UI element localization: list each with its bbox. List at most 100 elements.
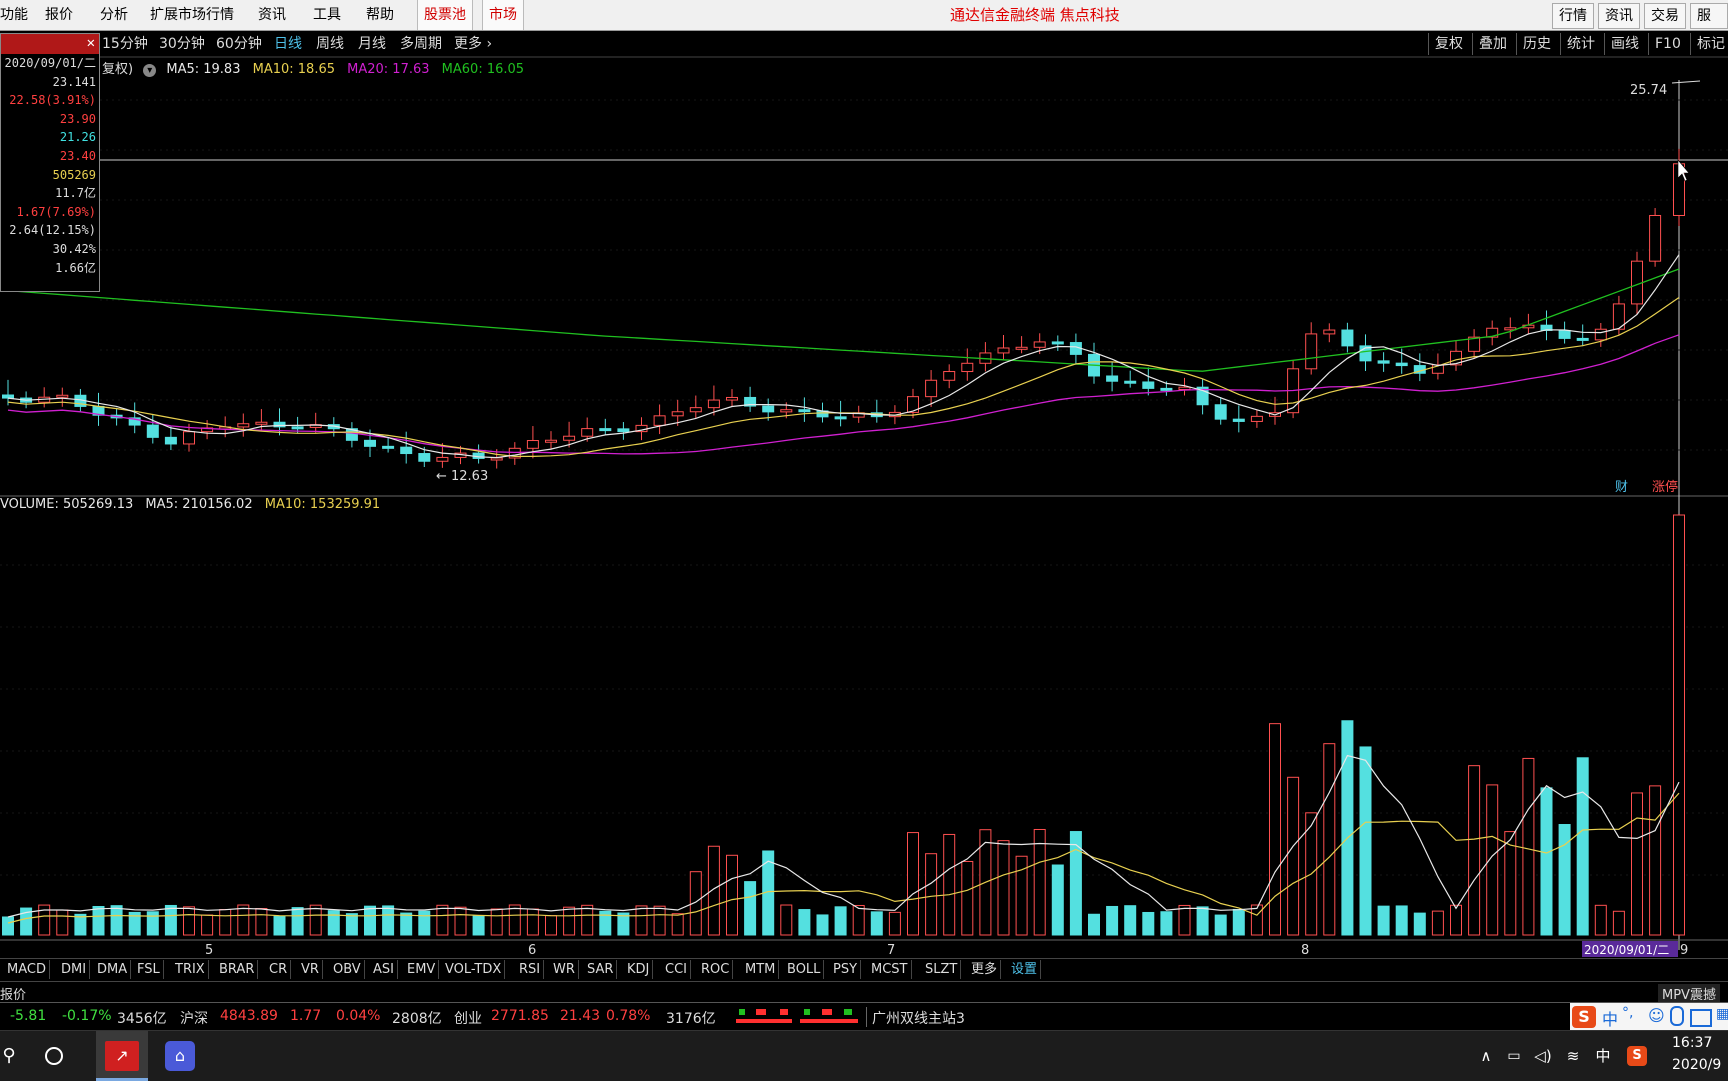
punctuation-icon[interactable]: °, — [1622, 1005, 1633, 1021]
ind-rsi[interactable]: RSI — [516, 960, 545, 979]
chevron-down-icon[interactable]: ▾ — [143, 64, 157, 77]
windows-taskbar: ⚲ ↗ ⌂ ∧ ▭ ◁) ≋ 中 S 16:37 2020/9 — [0, 1030, 1728, 1081]
cai-badge[interactable]: 财 — [1615, 480, 1628, 495]
chevron-up-icon[interactable]: ∧ — [1476, 1031, 1496, 1081]
volume-bar — [1377, 905, 1390, 936]
wifi-icon[interactable]: ≋ — [1560, 1031, 1586, 1081]
ind-dmi[interactable]: DMI — [58, 960, 91, 979]
candle-down — [382, 445, 395, 449]
ind-mcst[interactable]: MCST — [868, 960, 912, 979]
volume-bar — [436, 904, 449, 936]
mpv-label[interactable]: MPV震撼 — [1658, 984, 1720, 1003]
ind-vol-tdx[interactable]: VOL-TDX — [442, 960, 506, 979]
volume-bar — [526, 908, 539, 936]
ind-vr[interactable]: VR — [298, 960, 323, 979]
ind-dma[interactable]: DMA — [94, 960, 132, 979]
ind-kdj[interactable]: KDJ — [624, 960, 654, 979]
status-divider — [866, 1007, 867, 1027]
ind-brar[interactable]: BRAR — [216, 960, 259, 979]
volume-bar — [1359, 746, 1372, 936]
cy-pct: 0.78% — [606, 1008, 651, 1024]
volume-bar — [255, 908, 268, 936]
close-icon[interactable]: ✕ — [87, 35, 95, 51]
x-label-may: 5 — [205, 943, 213, 958]
stock-chart[interactable]: 25.74 ← 12.63 财 涨停 5 6 7 8 9 2020/09/01/… — [0, 0, 1728, 1080]
volume-bar — [834, 906, 847, 936]
volume-bar — [400, 912, 413, 936]
search-icon[interactable]: ⚲ — [0, 1031, 18, 1081]
candle-down — [1232, 418, 1245, 422]
volume-bar — [707, 845, 720, 936]
ind-slzt[interactable]: SLZT — [922, 960, 962, 979]
microphone-icon[interactable] — [1670, 1006, 1684, 1026]
battery-icon[interactable]: ▭ — [1502, 1031, 1526, 1081]
ind-asi[interactable]: ASI — [370, 960, 398, 979]
volume-bar — [1269, 723, 1281, 936]
candle-down — [1214, 404, 1227, 420]
volume-bar — [2, 916, 14, 936]
ind-boll[interactable]: BOLL — [784, 960, 825, 979]
input-lang[interactable]: 中 — [1592, 1031, 1614, 1081]
zhangting-badge[interactable]: 涨停 — [1652, 479, 1678, 495]
volume-bar — [1088, 913, 1100, 936]
app-icon[interactable]: ⌂ — [156, 1031, 204, 1081]
ind-obv[interactable]: OBV — [330, 960, 365, 979]
volume-bar — [1673, 514, 1685, 936]
ind-trix[interactable]: TRIX — [172, 960, 209, 979]
candle-up — [581, 428, 594, 437]
ma20-legend: MA20: 17.63 — [347, 62, 430, 77]
ind-roc[interactable]: ROC — [698, 960, 734, 979]
ind-more[interactable]: 更多 — [968, 960, 1002, 979]
volume-bar — [183, 906, 195, 936]
clock-time[interactable]: 16:37 — [1672, 1035, 1712, 1051]
ind-mtm[interactable]: MTM — [742, 960, 780, 979]
ime-lang[interactable]: 中 — [1602, 1006, 1618, 1030]
ma60-line — [7, 268, 1680, 372]
ma5-line — [7, 254, 1680, 459]
candle-down — [1124, 380, 1137, 384]
candle-down — [1377, 360, 1390, 364]
volume-bar — [1160, 911, 1173, 936]
ind-psy[interactable]: PSY — [830, 960, 862, 979]
ind-fsl[interactable]: FSL — [134, 960, 164, 979]
quote-label: 报价 — [0, 988, 27, 1003]
volume-bar — [1341, 720, 1354, 936]
candle-down — [834, 416, 847, 420]
ind-emv[interactable]: EMV — [404, 960, 440, 979]
ma60-legend: MA60: 16.05 — [441, 62, 525, 77]
candle-up — [255, 421, 268, 425]
volume-bar — [1540, 787, 1553, 936]
candle-up — [545, 439, 557, 443]
ind-macd[interactable]: MACD — [4, 960, 50, 979]
volume-bar — [943, 833, 956, 936]
sogou-icon[interactable]: S — [1572, 1006, 1596, 1028]
candle-up — [1178, 386, 1191, 390]
hs-name[interactable]: 沪深 — [180, 1008, 208, 1028]
keyboard-icon[interactable] — [1690, 1009, 1712, 1027]
candle-up — [1594, 328, 1607, 341]
x-label-sep: 9 — [1680, 943, 1688, 958]
cy-name[interactable]: 创业 — [454, 1008, 482, 1028]
toolbox-icon[interactable]: ▦ — [1716, 1006, 1728, 1022]
ind-cr[interactable]: CR — [266, 960, 292, 979]
high-price-marker — [1671, 80, 1701, 84]
candle-up — [1250, 415, 1263, 422]
ind-cci[interactable]: CCI — [662, 960, 691, 979]
volume-icon[interactable]: ◁) — [1530, 1031, 1556, 1081]
ind-wr[interactable]: WR — [550, 960, 579, 979]
candle-down — [798, 409, 811, 413]
clock-date[interactable]: 2020/9 — [1672, 1057, 1721, 1073]
tdx-app-icon[interactable]: ↗ — [96, 1031, 148, 1081]
emoji-icon[interactable]: ☺ — [1648, 1006, 1665, 1025]
ma10-line — [7, 297, 1680, 457]
ind-sar[interactable]: SAR — [584, 960, 618, 979]
volume-bar — [345, 913, 358, 936]
task-view-icon[interactable] — [36, 1031, 72, 1081]
sogou-tray-icon[interactable]: S — [1624, 1031, 1650, 1081]
candle-up — [237, 423, 250, 428]
ind-settings[interactable]: 设置 — [1008, 960, 1042, 979]
candle-down — [164, 436, 177, 445]
candle-up — [707, 399, 720, 409]
volume-bar — [291, 907, 304, 936]
volume-bar — [237, 904, 250, 936]
